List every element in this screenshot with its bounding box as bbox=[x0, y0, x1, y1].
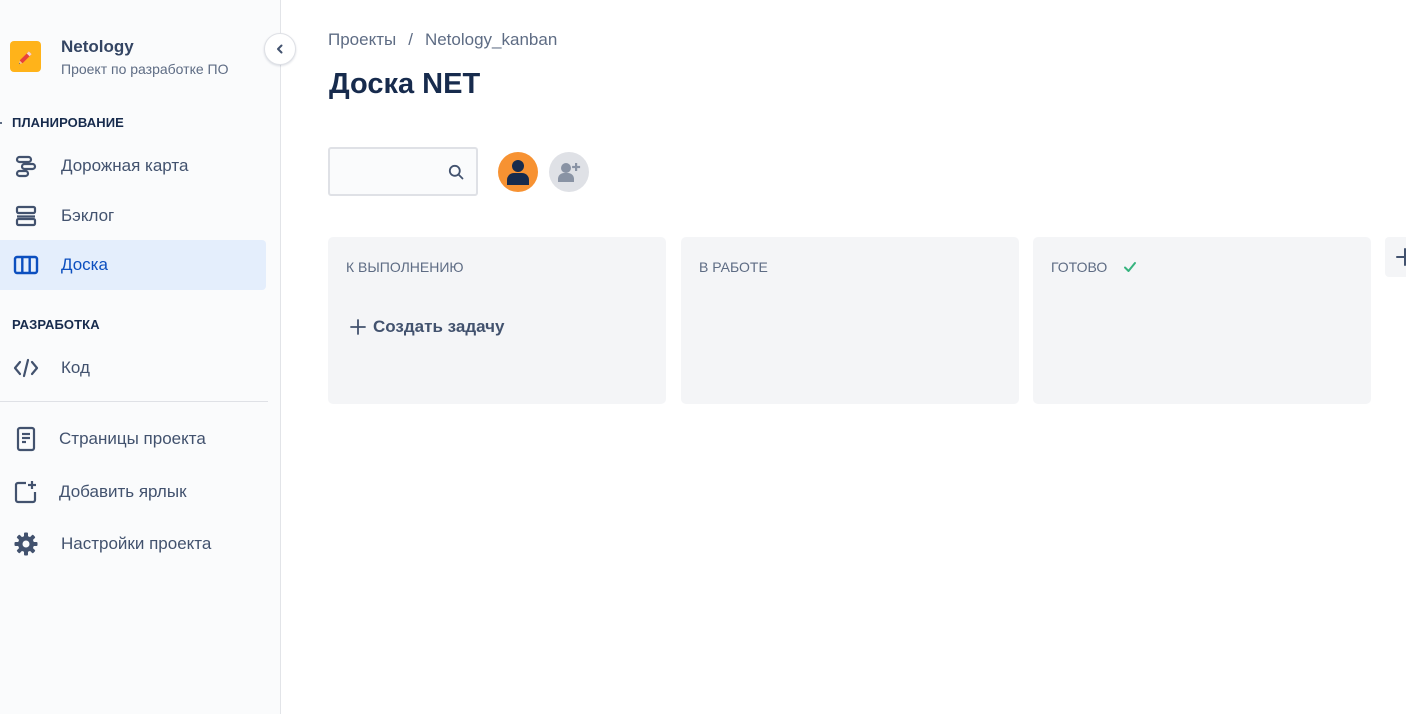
search-box[interactable] bbox=[328, 147, 478, 196]
project-logo-icon bbox=[10, 41, 41, 72]
section-title-development: РАЗРАБОТКА bbox=[12, 317, 100, 332]
column-title: ГОТОВО bbox=[1051, 259, 1108, 275]
sidebar-item-backlog[interactable]: Бэклог bbox=[0, 191, 266, 241]
main-content: Проекты / Netology_kanban Доска NET К ВЫ… bbox=[281, 0, 1406, 714]
column-title: К ВЫПОЛНЕНИЮ bbox=[346, 259, 464, 275]
sidebar-divider bbox=[0, 401, 268, 402]
check-icon bbox=[1123, 261, 1137, 273]
breadcrumb-separator: / bbox=[408, 30, 413, 49]
board-column-in-progress: В РАБОТЕ bbox=[681, 237, 1019, 404]
sidebar-item-roadmap[interactable]: Дорожная карта bbox=[0, 141, 266, 191]
sidebar-item-label: Настройки проекта bbox=[61, 534, 212, 553]
board-column-todo: К ВЫПОЛНЕНИЮ Создать задачу bbox=[328, 237, 666, 404]
breadcrumb: Проекты / Netology_kanban bbox=[328, 30, 557, 50]
board-column-done: ГОТОВО bbox=[1033, 237, 1371, 404]
breadcrumb-projects-link[interactable]: Проекты bbox=[328, 30, 396, 50]
sidebar-item-settings[interactable]: Настройки проекта bbox=[0, 519, 266, 569]
sidebar-item-code[interactable]: Код bbox=[0, 343, 266, 393]
gear-icon bbox=[12, 530, 40, 558]
project-name: Netology bbox=[61, 37, 134, 56]
backlog-icon bbox=[12, 202, 40, 230]
sidebar-item-label: Страницы проекта bbox=[59, 429, 206, 448]
add-people-button[interactable] bbox=[549, 152, 589, 192]
add-person-icon bbox=[558, 163, 581, 182]
sidebar-item-label: Добавить ярлык bbox=[59, 482, 187, 501]
add-column-button[interactable] bbox=[1385, 237, 1406, 277]
sidebar-item-add-shortcut[interactable]: Добавить ярлык bbox=[0, 467, 266, 517]
sidebar-item-label: Доска bbox=[61, 255, 108, 274]
code-icon bbox=[12, 354, 40, 382]
collapse-sidebar-button[interactable] bbox=[264, 33, 296, 65]
page-icon bbox=[12, 425, 40, 453]
column-title: В РАБОТЕ bbox=[699, 259, 768, 275]
plus-icon bbox=[350, 319, 366, 335]
section-marker bbox=[0, 122, 2, 124]
sidebar-item-label: Код bbox=[61, 358, 90, 377]
section-title-planning: ПЛАНИРОВАНИЕ bbox=[12, 115, 124, 130]
sidebar-item-label: Бэклог bbox=[61, 206, 115, 225]
project-subtitle: Проект по разработке ПО bbox=[61, 61, 229, 77]
search-input[interactable] bbox=[330, 149, 440, 194]
sidebar: Netology Проект по разработке ПО ПЛАНИРО… bbox=[0, 0, 281, 714]
create-task-label: Создать задачу bbox=[373, 317, 505, 336]
sidebar-item-project-pages[interactable]: Страницы проекта bbox=[0, 414, 266, 464]
board-icon bbox=[12, 251, 40, 279]
search-icon bbox=[448, 164, 464, 185]
add-shortcut-icon bbox=[12, 478, 40, 506]
roadmap-icon bbox=[12, 152, 40, 180]
chevron-left-icon bbox=[274, 43, 286, 55]
breadcrumb-project-link[interactable]: Netology_kanban bbox=[425, 30, 557, 50]
user-icon bbox=[507, 160, 529, 185]
sidebar-item-board[interactable]: Доска bbox=[0, 240, 266, 290]
column-title-wrap: ГОТОВО bbox=[1051, 259, 1137, 275]
page-title: Доска NET bbox=[329, 68, 481, 100]
create-task-button[interactable]: Создать задачу bbox=[350, 317, 504, 337]
plus-icon bbox=[1393, 247, 1406, 267]
project-header[interactable]: Netology Проект по разработке ПО bbox=[10, 36, 229, 79]
avatar[interactable] bbox=[498, 152, 538, 192]
sidebar-item-label: Дорожная карта bbox=[61, 156, 189, 175]
